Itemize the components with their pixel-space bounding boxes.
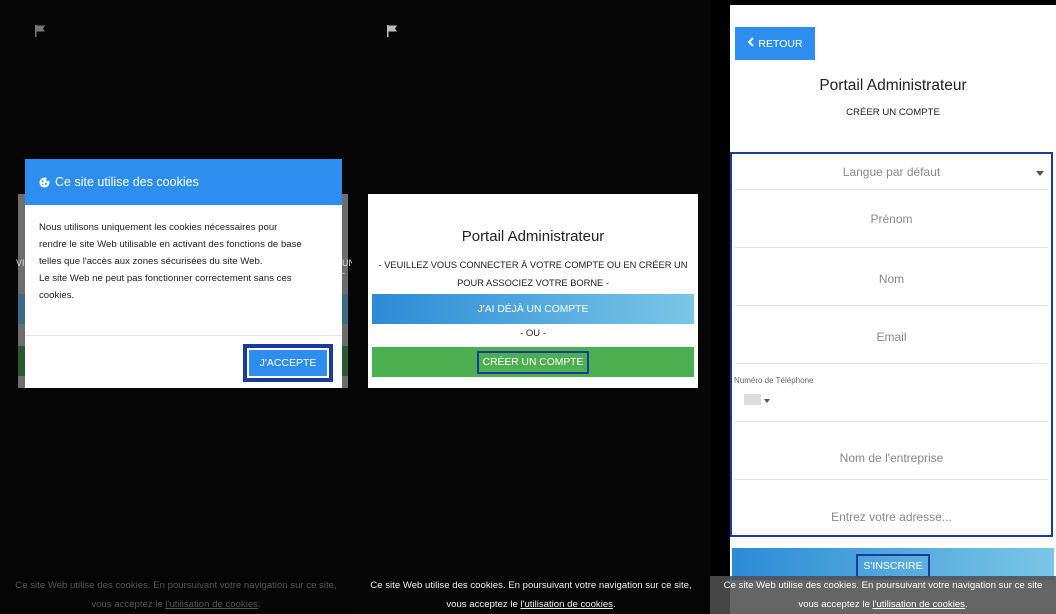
phone-label: Numéro de Téléphone [734, 376, 814, 385]
cookie-banner-line2: vous acceptez le l'utilisation de cookie… [798, 599, 968, 610]
cookie-banner-line2: vous acceptez le l'utilisation de cookie… [446, 599, 616, 610]
phone-field[interactable] [735, 364, 1048, 422]
login-card: Portail Administrateur - VEUILLEZ VOUS C… [368, 194, 698, 388]
flag-icon[interactable] [35, 25, 46, 37]
cookie-modal-footer: J'ACCEPTE [25, 336, 342, 388]
first-name-input[interactable]: Prénom [735, 190, 1048, 248]
cookie-policy-link[interactable]: l'utilisation de cookies [165, 599, 258, 610]
last-name-input[interactable]: Nom [735, 248, 1048, 306]
cookie-text-line: telles que l'accès aux zones sécurisées … [39, 256, 263, 267]
back-button[interactable]: RETOUR [735, 27, 815, 60]
address-input[interactable]: Entrez votre adresse... [735, 480, 1048, 533]
page-title: Portail Administrateur [819, 77, 967, 94]
cookie-consent-modal: Ce site utilise des cookies Nous utiliso… [25, 159, 342, 388]
chevron-left-icon [747, 37, 755, 50]
panel-login-choice: Portail Administrateur - VEUILLEZ VOUS C… [352, 0, 710, 614]
flag-icon[interactable] [387, 25, 398, 37]
cookie-banner: Ce site Web utilise des cookies. En pour… [0, 576, 352, 614]
language-select[interactable]: Langue par défaut [735, 157, 1048, 190]
background-text-fragment: VI [16, 258, 25, 268]
accept-cookies-button[interactable]: J'ACCEPTE [243, 344, 333, 382]
registration-card: RETOUR Portail Administrateur CRÉER UN C… [730, 5, 1056, 614]
registration-form: Langue par défaut Prénom Nom Email Numér… [730, 152, 1053, 537]
cookie-banner-text: Ce site Web utilise des cookies. En pour… [370, 580, 692, 591]
cookie-text-line: rendre le site Web utilisable en activan… [39, 239, 302, 250]
cookie-policy-link[interactable]: l'utilisation de cookies [520, 599, 613, 610]
cookie-icon [39, 176, 50, 188]
panel-create-account: RETOUR Portail Administrateur CRÉER UN C… [710, 0, 1056, 614]
cookie-banner-text: Ce site Web utilise des cookies. En pour… [723, 580, 1043, 591]
cookie-text-line: Nous utilisons uniquement les cookies né… [39, 222, 278, 233]
company-name-input[interactable]: Nom de l'entreprise [735, 422, 1048, 480]
page-subtitle: CRÉER UN COMPTE [846, 107, 940, 118]
have-account-button[interactable]: J'AI DÉJÀ UN COMPTE [372, 294, 694, 324]
country-flag-icon[interactable] [744, 394, 761, 405]
panel-cookie-consent: VI UN - Ce site utilise des cookies Nous… [0, 0, 352, 614]
caret-down-icon[interactable] [764, 399, 770, 403]
cookie-text-line: Le site Web ne peut pas fonctionner corr… [39, 273, 292, 284]
or-separator: - OU - [520, 328, 546, 339]
cookie-policy-link[interactable]: l'utilisation de cookies [872, 599, 965, 610]
cookie-banner: Ce site Web utilise des cookies. En pour… [352, 576, 710, 614]
caret-down-icon [1036, 171, 1044, 176]
background-text-fragment: UN - [342, 258, 352, 278]
cookie-banner-text: Ce site Web utilise des cookies. En pour… [15, 580, 337, 591]
cookie-modal-title: Ce site utilise des cookies [55, 175, 199, 189]
cookie-banner: Ce site Web utilise des cookies. En pour… [710, 576, 1056, 614]
email-input[interactable]: Email [735, 306, 1048, 364]
cookie-banner-line2: vous acceptez le l'utilisation de cookie… [91, 599, 261, 610]
create-account-button[interactable]: CRÉER UN COMPTE [372, 347, 694, 377]
cookie-text-line: cookies. [39, 290, 75, 301]
cookie-modal-header: Ce site utilise des cookies [25, 159, 342, 205]
page-title: Portail Administrateur [461, 228, 605, 245]
login-instructions: - VEUILLEZ VOUS CONNECTER À VOTRE COMPTE… [378, 260, 688, 288]
cookie-modal-body: Nous utilisons uniquement les cookies né… [25, 205, 342, 336]
